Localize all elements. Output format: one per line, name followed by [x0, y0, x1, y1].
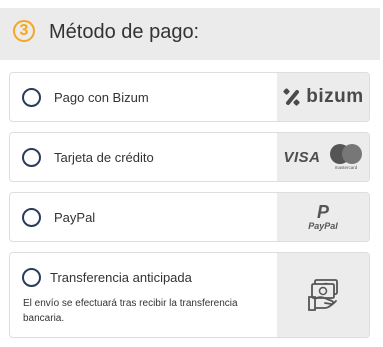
- radio-card[interactable]: [22, 148, 41, 167]
- radio-bizum[interactable]: [22, 88, 41, 107]
- logo-panel-transfer: [277, 253, 369, 337]
- payment-option-card[interactable]: Tarjeta de crédito VISA mastercard: [9, 132, 370, 182]
- bizum-symbol-icon: [283, 88, 300, 106]
- mastercard-logo-text: mastercard: [334, 165, 357, 170]
- option-label-bizum: Pago con Bizum: [54, 90, 149, 105]
- logo-panel-bizum: bizum: [277, 73, 369, 121]
- payment-method-section: 3 Método de pago: Pago con Bizum bizum T…: [0, 0, 383, 347]
- step-number-badge: 3: [13, 20, 35, 42]
- section-title: Método de pago:: [49, 21, 200, 43]
- paypal-logo-text: PayPal: [308, 221, 338, 231]
- option-label-transfer: Transferencia anticipada: [50, 270, 192, 285]
- payment-option-transfer[interactable]: Transferencia anticipada El envío se efe…: [9, 252, 370, 338]
- bizum-logo-icon: bizum: [282, 86, 363, 108]
- mastercard-logo-icon: mastercard: [329, 144, 362, 170]
- payment-option-bizum[interactable]: Pago con Bizum bizum: [9, 72, 370, 122]
- radio-paypal[interactable]: [22, 208, 41, 227]
- visa-mastercard-icon: VISA mastercard: [283, 143, 362, 171]
- logo-panel-card: VISA mastercard: [277, 133, 369, 181]
- radio-transfer[interactable]: [22, 268, 41, 287]
- option-label-paypal: PayPal: [54, 210, 96, 225]
- section-header: 3 Método de pago:: [0, 8, 380, 60]
- visa-logo-text: VISA: [283, 148, 321, 166]
- bank-transfer-icon: [308, 279, 338, 311]
- option-label-card: Tarjeta de crédito: [54, 150, 154, 165]
- bizum-logo-text: bizum: [306, 86, 364, 107]
- option-description-transfer: El envío se efectuará tras recibir la tr…: [23, 298, 238, 324]
- paypal-logo-icon: P PayPal: [308, 203, 338, 231]
- paypal-p-icon: P: [316, 202, 329, 222]
- logo-panel-paypal: P PayPal: [277, 193, 369, 241]
- payment-option-paypal[interactable]: PayPal P PayPal: [9, 192, 370, 242]
